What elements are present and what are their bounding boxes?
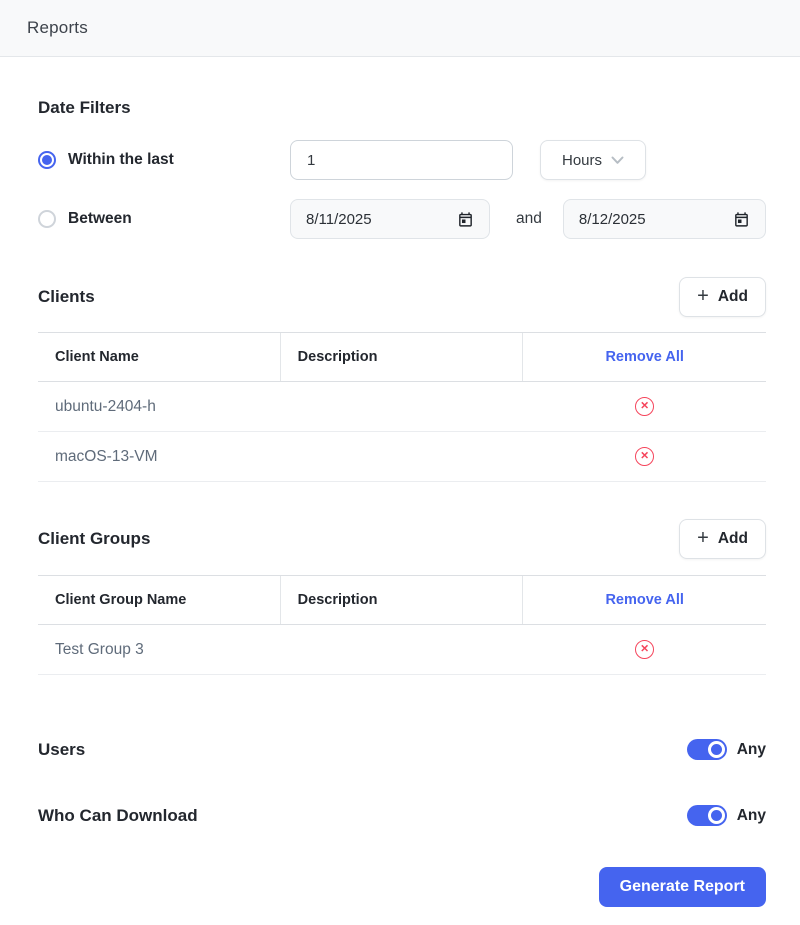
date-filters-heading: Date Filters — [38, 98, 131, 117]
plus-icon: + — [697, 527, 709, 549]
who-can-download-label: Who Can Download — [38, 805, 198, 825]
between-radio[interactable] — [38, 210, 56, 228]
client-description — [281, 382, 524, 431]
time-unit-select[interactable]: Hours — [540, 140, 646, 180]
within-last-radio-group[interactable]: Within the last — [38, 151, 290, 169]
end-date-input[interactable]: 8/12/2025 — [562, 199, 766, 239]
report-form: Date Filters Within the last Hours Betwe… — [0, 57, 800, 907]
start-date-input[interactable]: 8/11/2025 — [290, 199, 490, 239]
between-row: Between 8/11/2025 and 8/12/2025 — [38, 199, 766, 239]
within-last-label: Within the last — [68, 151, 174, 168]
users-toggle[interactable] — [686, 739, 727, 760]
date-range-conjunction: and — [516, 210, 542, 227]
time-unit-value: Hours — [561, 151, 602, 169]
within-last-row: Within the last Hours — [38, 140, 766, 180]
plus-icon: + — [697, 285, 709, 307]
users-label: Users — [38, 739, 86, 759]
column-header-client-group-name: Client Group Name — [38, 576, 281, 624]
add-client-button[interactable]: + Add — [679, 277, 766, 317]
client-name: macOS-13-VM — [55, 447, 158, 465]
toggle-knob — [707, 741, 725, 758]
clients-heading: Clients — [38, 287, 95, 306]
end-date-value: 8/12/2025 — [578, 210, 646, 228]
toggle-knob — [707, 807, 725, 824]
calendar-icon — [459, 211, 472, 227]
client-description — [281, 432, 524, 481]
add-client-group-button[interactable]: + Add — [679, 519, 766, 559]
client-row: macOS-13-VM ✕ — [38, 432, 766, 482]
remove-client-icon[interactable]: ✕ — [635, 447, 655, 466]
remove-all-clients-link[interactable]: Remove All — [523, 333, 766, 381]
chevron-down-icon — [611, 156, 624, 164]
client-row: ubuntu-2404-h ✕ — [38, 382, 766, 432]
remove-client-group-icon[interactable]: ✕ — [635, 640, 655, 659]
client-group-name: Test Group 3 — [55, 640, 144, 658]
between-label: Between — [68, 210, 132, 227]
client-name: ubuntu-2404-h — [55, 397, 156, 415]
date-filters-section: Date Filters Within the last Hours Betwe… — [38, 98, 766, 239]
client-groups-heading: Client Groups — [38, 529, 151, 548]
who-can-download-toggle[interactable] — [686, 805, 727, 826]
client-groups-table-header: Client Group Name Description Remove All — [38, 575, 766, 625]
calendar-icon — [735, 211, 748, 227]
remove-all-client-groups-link[interactable]: Remove All — [523, 576, 766, 624]
within-last-radio[interactable] — [38, 151, 56, 169]
client-group-description — [281, 625, 524, 674]
clients-table: Client Name Description Remove All ubunt… — [38, 332, 766, 482]
within-last-value-input[interactable] — [290, 140, 513, 180]
page-header: Reports — [0, 0, 800, 57]
between-radio-group[interactable]: Between — [38, 210, 290, 228]
who-can-download-toggle-state: Any — [736, 806, 766, 824]
client-group-row: Test Group 3 ✕ — [38, 625, 766, 675]
generate-report-button[interactable]: Generate Report — [598, 867, 766, 907]
remove-client-icon[interactable]: ✕ — [635, 397, 655, 416]
column-header-description: Description — [281, 333, 524, 381]
client-groups-section: Client Groups + Add Client Group Name De… — [38, 519, 766, 675]
page-title: Reports — [27, 18, 88, 37]
users-toggle-state: Any — [736, 740, 766, 758]
clients-table-header: Client Name Description Remove All — [38, 332, 766, 382]
users-row: Users Any — [38, 739, 766, 760]
clients-section: Clients + Add Client Name Description Re… — [38, 277, 766, 482]
client-groups-table: Client Group Name Description Remove All… — [38, 575, 766, 675]
column-header-description: Description — [281, 576, 524, 624]
who-can-download-row: Who Can Download Any — [38, 805, 766, 826]
column-header-client-name: Client Name — [38, 333, 281, 381]
start-date-value: 8/11/2025 — [306, 210, 372, 228]
